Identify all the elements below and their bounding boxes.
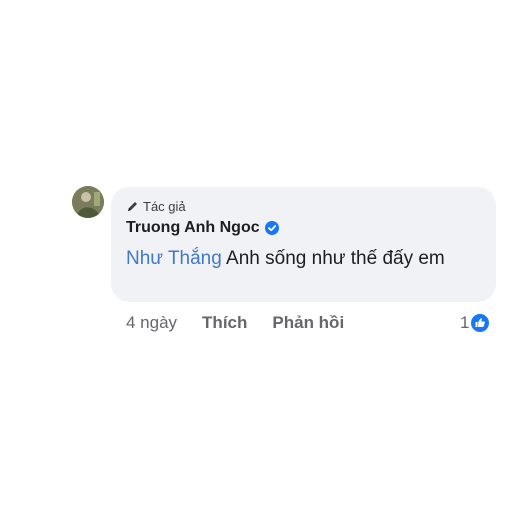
- author-name-row: Truong Anh Ngoc: [126, 217, 480, 239]
- verified-badge-icon: [264, 221, 279, 235]
- author-badge-label: Tác giả: [143, 198, 186, 214]
- comment-text: Như Thắng Anh sống như thế đấy em: [126, 244, 466, 273]
- avatar[interactable]: [72, 186, 104, 218]
- reply-button[interactable]: Phản hồi: [272, 313, 344, 333]
- mention-link[interactable]: Như Thắng: [126, 248, 222, 269]
- comment-bubble: Tác giả Truong Anh Ngoc Như Thắng Anh số…: [111, 187, 496, 302]
- timestamp[interactable]: 4 ngày: [126, 313, 177, 333]
- reaction-summary[interactable]: 1: [460, 312, 490, 334]
- comment-actions: 4 ngày Thích Phản hồi: [126, 312, 344, 334]
- comment-page: Tác giả Truong Anh Ngoc Như Thắng Anh số…: [0, 0, 512, 512]
- author-badge-row: Tác giả: [126, 198, 480, 214]
- pencil-icon: [126, 200, 139, 213]
- like-reaction-icon: [471, 314, 490, 332]
- author-name[interactable]: Truong Anh Ngoc: [126, 219, 260, 237]
- comment-body: Anh sống như thế đấy em: [221, 248, 445, 269]
- reaction-count: 1: [460, 313, 470, 332]
- like-button[interactable]: Thích: [202, 313, 247, 333]
